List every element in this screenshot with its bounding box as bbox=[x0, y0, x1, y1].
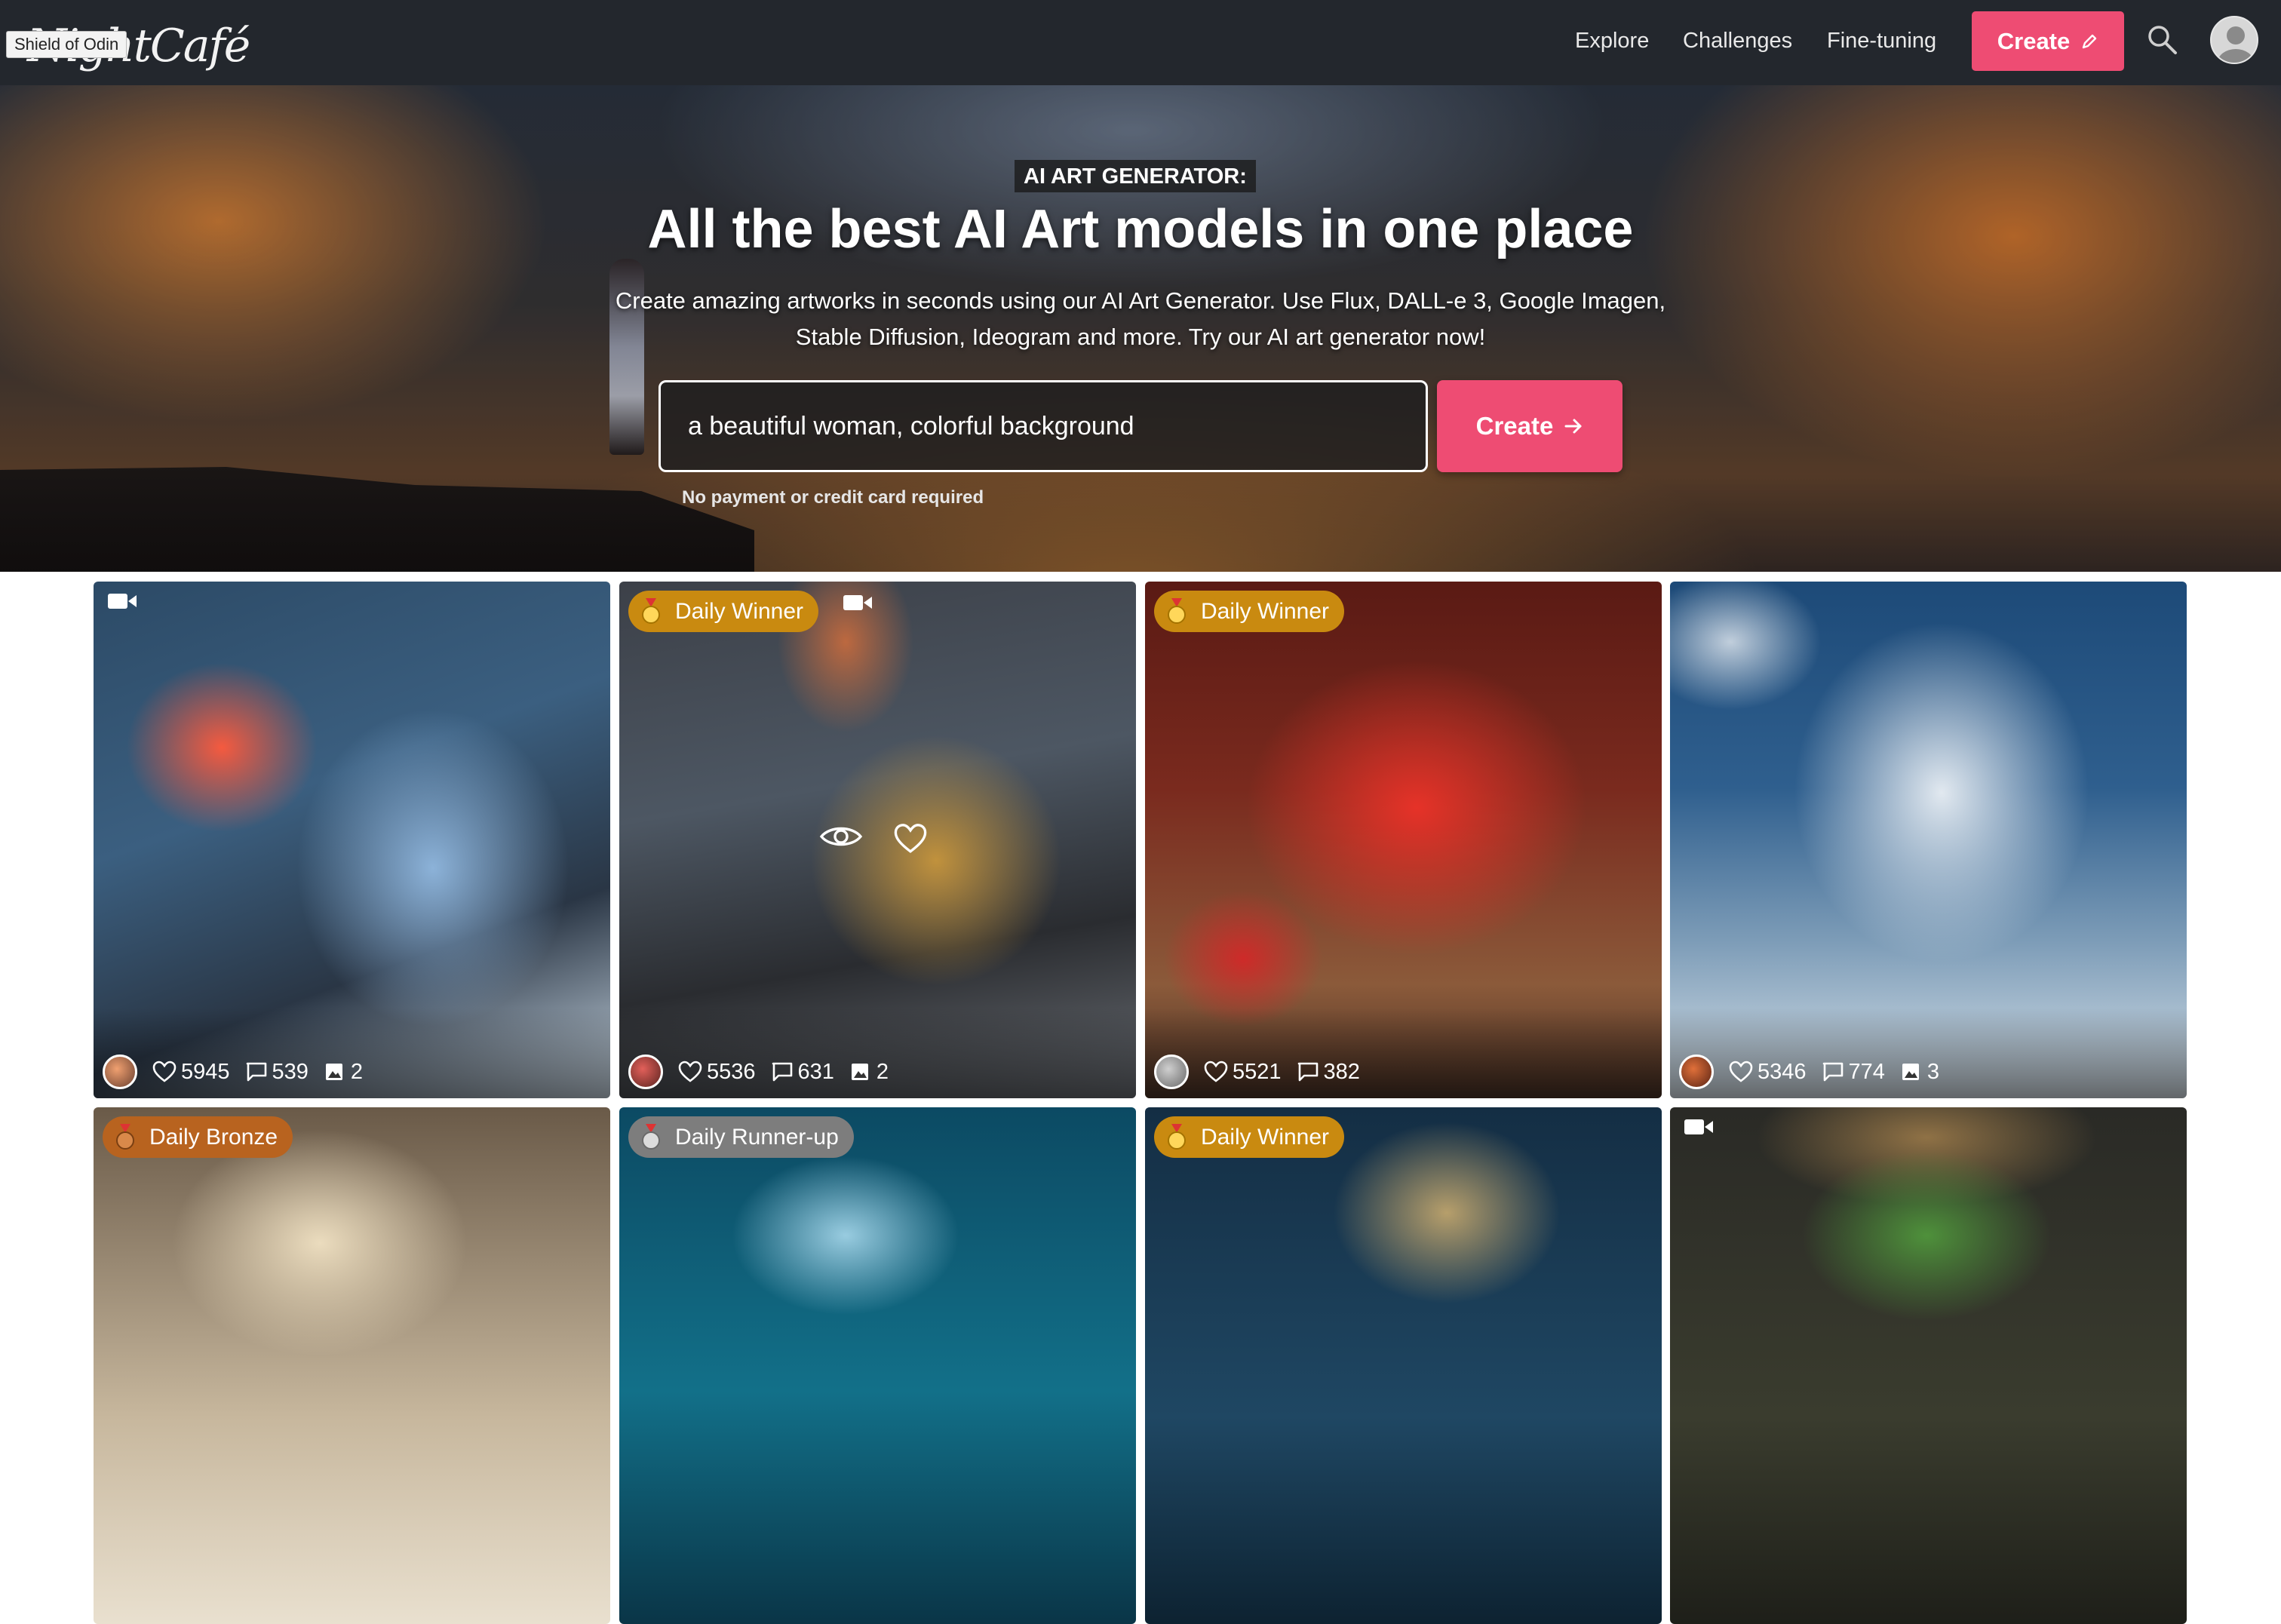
logo-tooltip: Shield of Odin bbox=[6, 31, 127, 58]
like-count[interactable]: 5945 bbox=[152, 1060, 230, 1085]
user-silhouette-icon bbox=[2218, 26, 2254, 63]
image-stack-icon bbox=[1902, 1064, 1919, 1080]
hero-section: AI ART GENERATOR: All the best AI Art mo… bbox=[0, 85, 2281, 572]
image-count: 3 bbox=[1900, 1060, 1939, 1085]
like-count[interactable]: 5521 bbox=[1204, 1060, 1282, 1085]
hero-tag: AI ART GENERATOR: bbox=[1015, 160, 1256, 192]
artwork-card[interactable]: Daily Runner-up bbox=[619, 1107, 1136, 1624]
image-count: 2 bbox=[324, 1060, 363, 1085]
heart-icon bbox=[1204, 1061, 1228, 1082]
image-stack-icon bbox=[325, 1064, 342, 1080]
image-count: 2 bbox=[849, 1060, 889, 1085]
video-icon bbox=[843, 595, 872, 610]
heart-icon bbox=[678, 1061, 702, 1082]
header-create-label: Create bbox=[1997, 27, 2071, 54]
search-icon[interactable] bbox=[2145, 23, 2178, 56]
comment-count[interactable]: 774 bbox=[1822, 1060, 1885, 1085]
comment-count[interactable]: 539 bbox=[245, 1060, 309, 1085]
image-stack-icon bbox=[851, 1064, 868, 1080]
nav-fine-tuning[interactable]: Fine-tuning bbox=[1827, 29, 1936, 54]
header-create-button[interactable]: Create bbox=[1972, 11, 2124, 71]
artwork-card[interactable]: Daily Bronze bbox=[94, 1107, 610, 1624]
card-stats: 5521 382 bbox=[1154, 1055, 1375, 1089]
creator-avatar[interactable] bbox=[103, 1055, 137, 1089]
creator-avatar[interactable] bbox=[628, 1055, 663, 1089]
artwork-card[interactable]: Daily Winner 5536 631 2 bbox=[619, 582, 1136, 1098]
comment-icon bbox=[246, 1062, 266, 1082]
creator-avatar[interactable] bbox=[1679, 1055, 1714, 1089]
video-icon bbox=[1684, 1119, 1713, 1134]
daily-bronze-badge: Daily Bronze bbox=[103, 1116, 293, 1158]
nav-challenges[interactable]: Challenges bbox=[1683, 29, 1792, 54]
user-avatar[interactable] bbox=[2210, 16, 2258, 64]
comment-icon bbox=[1822, 1062, 1843, 1082]
eye-icon[interactable] bbox=[819, 823, 863, 850]
comment-count[interactable]: 382 bbox=[1297, 1060, 1360, 1085]
comment-count[interactable]: 631 bbox=[771, 1060, 834, 1085]
silver-medal-icon bbox=[642, 1124, 660, 1150]
hero-subtitle: Create amazing artworks in seconds using… bbox=[615, 287, 1666, 350]
like-count[interactable]: 5346 bbox=[1729, 1060, 1807, 1085]
prompt-input[interactable] bbox=[659, 380, 1428, 472]
gold-medal-icon bbox=[1168, 1124, 1186, 1150]
gold-medal-icon bbox=[1168, 598, 1186, 624]
artwork-card[interactable] bbox=[1670, 1107, 2187, 1624]
creator-avatar[interactable] bbox=[1154, 1055, 1189, 1089]
pencil-icon bbox=[2083, 34, 2097, 48]
gold-medal-icon bbox=[642, 598, 660, 624]
hero-title: All the best AI Art models in one place bbox=[647, 199, 1634, 259]
heart-icon[interactable] bbox=[893, 823, 928, 855]
daily-runner-up-badge: Daily Runner-up bbox=[628, 1116, 854, 1158]
artwork-card[interactable]: 5945 539 2 bbox=[94, 582, 610, 1098]
daily-winner-badge: Daily Winner bbox=[1154, 1116, 1345, 1158]
arrow-right-icon bbox=[1564, 419, 1582, 434]
comment-icon bbox=[1297, 1062, 1318, 1082]
heart-icon bbox=[1729, 1061, 1753, 1082]
card-stats: 5945 539 2 bbox=[103, 1055, 378, 1089]
hover-actions bbox=[819, 823, 928, 855]
like-count[interactable]: 5536 bbox=[678, 1060, 756, 1085]
no-payment-note: No payment or credit card required bbox=[682, 487, 984, 508]
top-navbar: NightCafé Shield of Odin Explore Challen… bbox=[0, 0, 2281, 85]
card-stats: 5346 774 3 bbox=[1679, 1055, 1954, 1089]
prompt-create-button[interactable]: Create bbox=[1437, 380, 1622, 472]
bronze-medal-icon bbox=[116, 1124, 134, 1150]
card-stats: 5536 631 2 bbox=[628, 1055, 904, 1089]
prompt-create-label: Create bbox=[1475, 412, 1554, 440]
daily-winner-badge: Daily Winner bbox=[628, 591, 819, 632]
site-logo[interactable]: NightCafé Shield of Odin bbox=[6, 15, 250, 72]
nav-explore[interactable]: Explore bbox=[1575, 29, 1649, 54]
video-icon bbox=[108, 594, 137, 609]
artwork-card[interactable]: Daily Winner bbox=[1145, 1107, 1662, 1624]
comment-icon bbox=[772, 1062, 792, 1082]
artwork-card[interactable]: 5346 774 3 bbox=[1670, 582, 2187, 1098]
artwork-card[interactable]: Daily Winner 5521 382 bbox=[1145, 582, 1662, 1098]
heart-icon bbox=[152, 1061, 177, 1082]
daily-winner-badge: Daily Winner bbox=[1154, 591, 1345, 632]
